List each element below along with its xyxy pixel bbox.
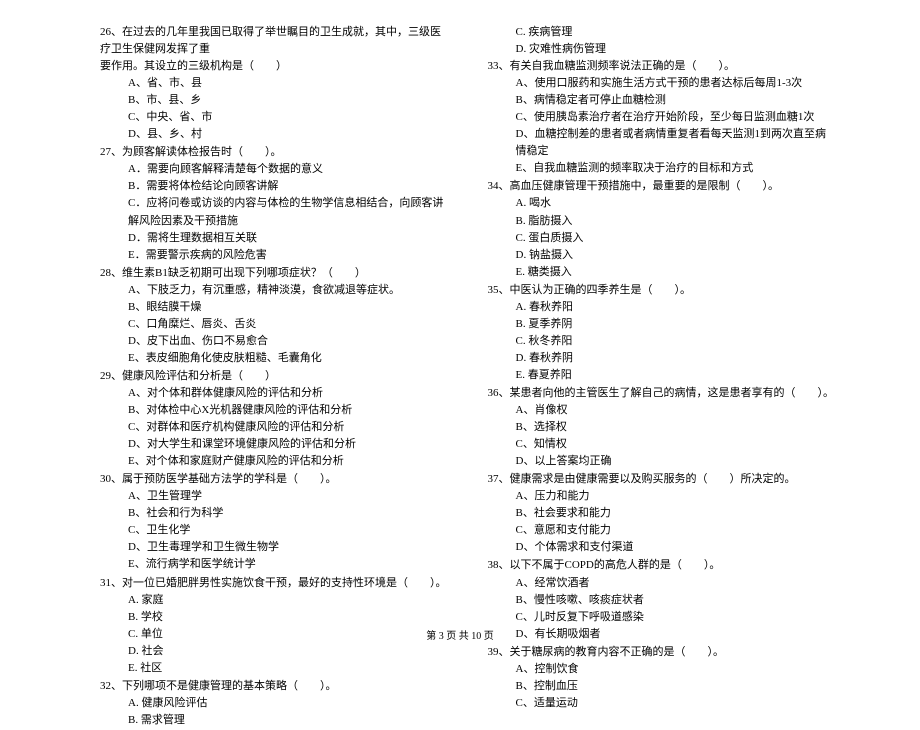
q34-opt-e: E. 糖类摄入 [488, 264, 836, 281]
q34-opt-a: A. 喝水 [488, 195, 836, 212]
q37-opt-b: B、社会要求和能力 [488, 505, 836, 522]
q30-opt-c: C、卫生化学 [100, 522, 448, 539]
q36-opt-c: C、知情权 [488, 436, 836, 453]
question-28: 28、维生素B1缺乏初期可出现下列哪项症状？（ ） A、下肢乏力，有沉重感，精神… [100, 265, 448, 367]
page-footer: 第 3 页 共 10 页 [0, 627, 920, 642]
question-31: 31、对一位已婚肥胖男性实施饮食干预，最好的支持性环境是（ ）。 A. 家庭 B… [100, 575, 448, 677]
q26-opt-b: B、市、县、乡 [100, 92, 448, 109]
q26-text1: 26、在过去的几年里我国已取得了举世瞩目的卫生成就，其中，三级医疗卫生保健网发挥… [100, 24, 448, 58]
q27-text: 27、为顾客解读体检报告时（ ）。 [100, 144, 448, 161]
q35-opt-a: A. 春秋养阳 [488, 299, 836, 316]
q35-opt-e: E. 春夏养阳 [488, 367, 836, 384]
q34-opt-c: C. 蛋白质摄入 [488, 230, 836, 247]
q26-opt-a: A、省、市、县 [100, 75, 448, 92]
q35-opt-d: D. 春秋养阴 [488, 350, 836, 367]
q38-opt-c: C、儿时反复下呼吸道感染 [488, 609, 836, 626]
q30-opt-e: E、流行病学和医学统计学 [100, 556, 448, 573]
q29-opt-a: A、对个体和群体健康风险的评估和分析 [100, 385, 448, 402]
question-29: 29、健康风险评估和分析是（ ） A、对个体和群体健康风险的评估和分析 B、对体… [100, 368, 448, 470]
q32-opt-c: C. 疾病管理 [488, 24, 836, 41]
q27-opt-e: E．需要警示疾病的风险危害 [100, 247, 448, 264]
q33-text: 33、有关自我血糖监测频率说法正确的是（ ）。 [488, 58, 836, 75]
q30-text: 30、属于预防医学基础方法学的学科是（ ）。 [100, 471, 448, 488]
q27-opt-c: C．应将问卷或访谈的内容与体检的生物学信息相结合，向顾客讲解风险因素及干预措施 [100, 195, 448, 229]
q30-opt-b: B、社会和行为科学 [100, 505, 448, 522]
q39-opt-a: A、控制饮食 [488, 661, 836, 678]
q26-opt-c: C、中央、省、市 [100, 109, 448, 126]
q39-text: 39、关于糖尿病的教育内容不正确的是（ ）。 [488, 644, 836, 661]
q39-opt-b: B、控制血压 [488, 678, 836, 695]
q36-opt-d: D、以上答案均正确 [488, 453, 836, 470]
q29-opt-e: E、对个体和家庭财产健康风险的评估和分析 [100, 453, 448, 470]
q37-opt-a: A、压力和能力 [488, 488, 836, 505]
q32-text: 32、下列哪项不是健康管理的基本策略（ ）。 [100, 678, 448, 695]
q33-opt-e: E、自我血糖监测的频率取决于治疗的目标和方式 [488, 160, 836, 177]
q28-opt-d: D、皮下出血、伤口不易愈合 [100, 333, 448, 350]
q36-opt-a: A、肖像权 [488, 402, 836, 419]
q29-opt-d: D、对大学生和课堂环境健康风险的评估和分析 [100, 436, 448, 453]
q34-text: 34、高血压健康管理干预措施中，最重要的是限制（ ）。 [488, 178, 836, 195]
q35-text: 35、中医认为正确的四季养生是（ ）。 [488, 282, 836, 299]
q37-opt-d: D、个体需求和支付渠道 [488, 539, 836, 556]
q28-opt-b: B、眼结膜干燥 [100, 299, 448, 316]
q29-opt-c: C、对群体和医疗机构健康风险的评估和分析 [100, 419, 448, 436]
q37-text: 37、健康需求是由健康需要以及购买服务的（ ）所决定的。 [488, 471, 836, 488]
q28-opt-c: C、口角糜烂、唇炎、舌炎 [100, 316, 448, 333]
q33-opt-d: D、血糖控制差的患者或者病情重复者看每天监测1到两次直至病情稳定 [488, 126, 836, 160]
question-33: 33、有关自我血糖监测频率说法正确的是（ ）。 A、使用口服药和实施生活方式干预… [488, 58, 836, 177]
question-27: 27、为顾客解读体检报告时（ ）。 A．需要向顾客解释清楚每个数据的意义 B．需… [100, 144, 448, 263]
question-34: 34、高血压健康管理干预措施中，最重要的是限制（ ）。 A. 喝水 B. 脂肪摄… [488, 178, 836, 280]
q38-opt-b: B、慢性咳嗽、咳痰症状者 [488, 592, 836, 609]
q28-text: 28、维生素B1缺乏初期可出现下列哪项症状？（ ） [100, 265, 448, 282]
q32-opt-d: D. 灾难性病伤管理 [488, 41, 836, 58]
q34-opt-b: B. 脂肪摄入 [488, 213, 836, 230]
q32-opt-a: A. 健康风险评估 [100, 695, 448, 712]
question-26: 26、在过去的几年里我国已取得了举世瞩目的卫生成就，其中，三级医疗卫生保健网发挥… [100, 24, 448, 143]
question-39: 39、关于糖尿病的教育内容不正确的是（ ）。 A、控制饮食 B、控制血压 C、适… [488, 644, 836, 712]
q37-opt-c: C、意愿和支付能力 [488, 522, 836, 539]
q36-opt-b: B、选择权 [488, 419, 836, 436]
q26-text2: 要作用。其设立的三级机构是（ ） [100, 58, 448, 75]
q35-opt-c: C. 秋冬养阳 [488, 333, 836, 350]
q31-opt-d: D. 社会 [100, 643, 448, 660]
q31-opt-a: A. 家庭 [100, 592, 448, 609]
q39-opt-c: C、适量运动 [488, 695, 836, 712]
q26-opt-d: D、县、乡、村 [100, 126, 448, 143]
q33-opt-b: B、病情稳定者可停止血糖检测 [488, 92, 836, 109]
right-column: C. 疾病管理 D. 灾难性病伤管理 33、有关自我血糖监测频率说法正确的是（ … [488, 24, 836, 730]
q32-opt-b: B. 需求管理 [100, 712, 448, 729]
q36-text: 36、某患者向他的主管医生了解自己的病情，这是患者享有的（ ）。 [488, 385, 836, 402]
q29-text: 29、健康风险评估和分析是（ ） [100, 368, 448, 385]
question-37: 37、健康需求是由健康需要以及购买服务的（ ）所决定的。 A、压力和能力 B、社… [488, 471, 836, 556]
q31-opt-b: B. 学校 [100, 609, 448, 626]
q28-opt-e: E、表皮细胞角化使皮肤粗糙、毛囊角化 [100, 350, 448, 367]
q30-opt-d: D、卫生毒理学和卫生微生物学 [100, 539, 448, 556]
q33-opt-a: A、使用口服药和实施生活方式干预的患者达标后每周1-3次 [488, 75, 836, 92]
question-32: 32、下列哪项不是健康管理的基本策略（ ）。 A. 健康风险评估 B. 需求管理 [100, 678, 448, 729]
q28-opt-a: A、下肢乏力，有沉重感，精神淡漠，食欲减退等症状。 [100, 282, 448, 299]
q27-opt-a: A．需要向顾客解释清楚每个数据的意义 [100, 161, 448, 178]
question-30: 30、属于预防医学基础方法学的学科是（ ）。 A、卫生管理学 B、社会和行为科学… [100, 471, 448, 573]
q33-opt-c: C、使用胰岛素治疗者在治疗开始阶段，至少每日监测血糖1次 [488, 109, 836, 126]
q38-opt-a: A、经常饮酒者 [488, 575, 836, 592]
question-35: 35、中医认为正确的四季养生是（ ）。 A. 春秋养阳 B. 夏季养阴 C. 秋… [488, 282, 836, 384]
q27-opt-b: B．需要将体检结论向顾客讲解 [100, 178, 448, 195]
q29-opt-b: B、对体检中心X光机器健康风险的评估和分析 [100, 402, 448, 419]
q31-text: 31、对一位已婚肥胖男性实施饮食干预，最好的支持性环境是（ ）。 [100, 575, 448, 592]
q38-text: 38、以下不属于COPD的高危人群的是（ ）。 [488, 557, 836, 574]
q34-opt-d: D. 钠盐摄入 [488, 247, 836, 264]
q31-opt-e: E. 社区 [100, 660, 448, 677]
question-36: 36、某患者向他的主管医生了解自己的病情，这是患者享有的（ ）。 A、肖像权 B… [488, 385, 836, 470]
left-column: 26、在过去的几年里我国已取得了举世瞩目的卫生成就，其中，三级医疗卫生保健网发挥… [100, 24, 448, 730]
q27-opt-d: D．需将生理数据相互关联 [100, 230, 448, 247]
q30-opt-a: A、卫生管理学 [100, 488, 448, 505]
q35-opt-b: B. 夏季养阴 [488, 316, 836, 333]
